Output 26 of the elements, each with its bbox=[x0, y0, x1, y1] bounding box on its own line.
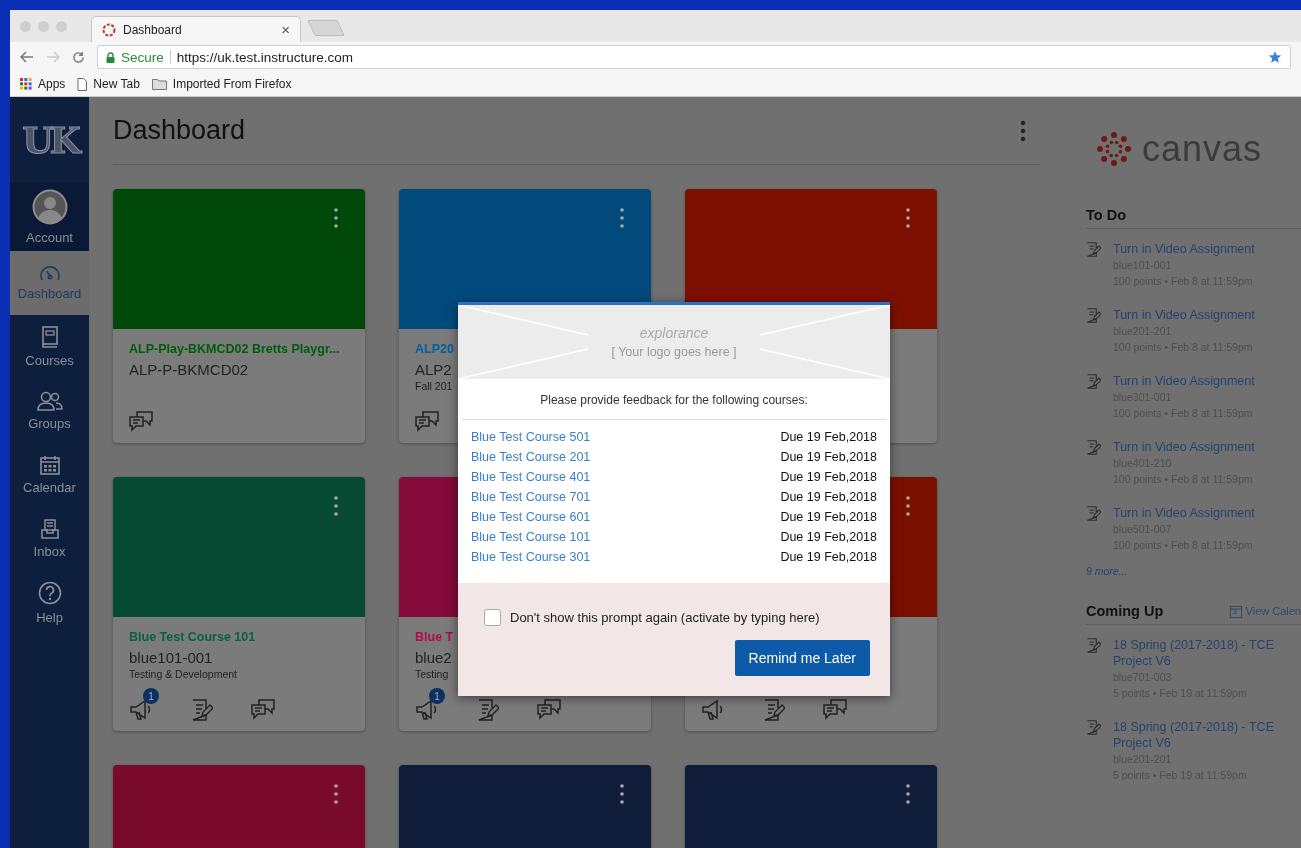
url-text: https://uk.test.instructure.com bbox=[176, 49, 354, 65]
page-title: Dashboard bbox=[113, 115, 246, 146]
due-date: Due 19 Feb,2018 bbox=[780, 490, 877, 504]
due-date: Due 19 Feb,2018 bbox=[780, 530, 877, 544]
tab-title: Dashboard bbox=[123, 22, 183, 37]
placeholder-brand-logo: explorance bbox=[639, 325, 709, 341]
course-term: Testing & Development bbox=[129, 668, 238, 680]
unread-count-badge: 1 bbox=[143, 688, 159, 704]
logo-placeholder-text: [ Your logo goes here ] bbox=[611, 345, 737, 359]
due-date: Due 19 Feb,2018 bbox=[780, 550, 877, 564]
checkbox-label: Don't show this prompt again (activate by typing here) bbox=[510, 610, 820, 625]
unread-count-badge: 1 bbox=[429, 688, 445, 704]
secure-label: Secure bbox=[121, 49, 164, 65]
course-code: blue101-001 bbox=[129, 649, 214, 666]
due-date: Due 19 Feb,2018 bbox=[780, 430, 877, 444]
section-heading: Coming Up bbox=[1086, 603, 1164, 619]
due-date: Due 19 Feb,2018 bbox=[780, 510, 877, 524]
course-term: Fall 201 bbox=[415, 380, 454, 392]
due-date: Due 19 Feb,2018 bbox=[780, 450, 877, 464]
course-code: blue2 bbox=[415, 649, 453, 666]
dialog-heading: Please provide feedback for the following courses: bbox=[462, 379, 886, 420]
due-date: Due 19 Feb,2018 bbox=[780, 470, 877, 484]
course-code: ALP-P-BKMCD02 bbox=[129, 361, 250, 378]
section-heading: To Do bbox=[1086, 207, 1126, 223]
course-term: Testing bbox=[415, 668, 450, 680]
course-code: ALP2 bbox=[415, 361, 453, 378]
